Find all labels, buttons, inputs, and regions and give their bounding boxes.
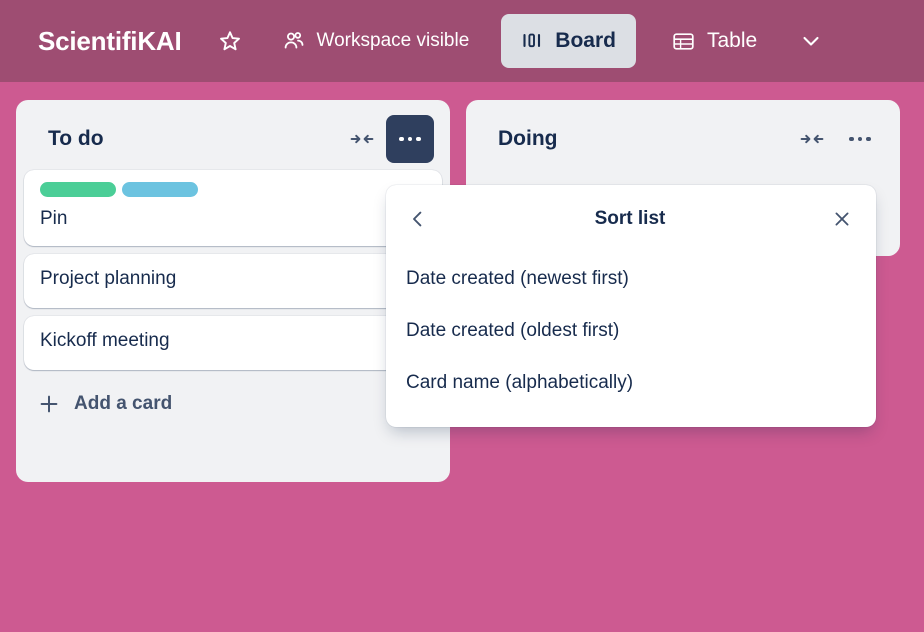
card-title: Project planning <box>40 268 177 290</box>
page-title: ScientifiKAI <box>38 25 182 56</box>
list-header-doing: Doing <box>474 108 892 170</box>
list-item[interactable]: Kickoff meeting <box>24 315 442 370</box>
list-title-doing[interactable]: Doing <box>498 127 792 151</box>
plus-icon <box>36 391 62 417</box>
chevron-down-icon <box>798 28 824 54</box>
sort-list-popover: Sort list Date created (newest first) Da… <box>386 185 876 427</box>
tab-table[interactable]: Table <box>664 19 765 63</box>
add-card-label: Add a card <box>74 392 173 414</box>
list-actions-button-to-do[interactable] <box>386 115 434 163</box>
board-canvas: To do Pin Project planning Kickoff meeti… <box>0 82 924 632</box>
workspace-visibility-button[interactable]: Workspace visible <box>276 21 476 61</box>
board-header: ScientifiKAI Workspace visible Board Tab… <box>0 0 924 82</box>
list-actions-icon <box>849 136 871 142</box>
list-item[interactable]: Pin <box>24 170 442 246</box>
close-icon <box>831 208 853 230</box>
card-title: Pin <box>40 208 68 229</box>
star-outline-icon <box>218 29 242 53</box>
more-views-button[interactable] <box>791 21 831 61</box>
card-labels <box>40 182 426 197</box>
popover-title: Sort list <box>594 208 666 229</box>
collapse-list-icon <box>350 130 374 148</box>
popover-close-button[interactable] <box>824 201 860 237</box>
sort-options-list: Date created (newest first) Date created… <box>386 253 876 409</box>
collapse-list-button-doing[interactable] <box>792 119 832 159</box>
blue-label[interactable] <box>122 182 198 197</box>
tab-board[interactable]: Board <box>501 14 636 68</box>
star-board-button[interactable] <box>210 21 250 61</box>
board-columns-icon <box>521 31 543 51</box>
green-label[interactable] <box>40 182 116 197</box>
popover-header: Sort list <box>386 185 876 253</box>
popover-back-button[interactable] <box>400 201 436 237</box>
workspace-visibility-label: Workspace visible <box>316 30 470 51</box>
members-icon <box>282 29 306 53</box>
chevron-left-icon <box>407 208 429 230</box>
tab-table-label: Table <box>706 29 758 52</box>
list-title-to-do[interactable]: To do <box>48 127 342 151</box>
sort-option-card-name[interactable]: Card name (alphabetically) <box>386 357 876 409</box>
list-actions-icon <box>399 136 421 142</box>
list-header-to-do: To do <box>24 108 442 170</box>
card-list-to-do: Pin Project planning Kickoff meeting <box>24 170 442 370</box>
table-grid-icon <box>672 31 695 52</box>
list-item[interactable]: Project planning <box>24 253 442 308</box>
list-to-do: To do Pin Project planning Kickoff meeti… <box>16 100 450 482</box>
tab-board-label: Board <box>555 29 616 52</box>
collapse-list-button-to-do[interactable] <box>342 119 382 159</box>
card-title: Kickoff meeting <box>40 330 170 352</box>
list-actions-button-doing[interactable] <box>836 115 884 163</box>
sort-option-date-oldest[interactable]: Date created (oldest first) <box>386 305 876 357</box>
collapse-list-icon <box>800 130 824 148</box>
add-card-row-to-do[interactable]: Add a card <box>24 376 442 432</box>
sort-option-date-newest[interactable]: Date created (newest first) <box>386 253 876 305</box>
